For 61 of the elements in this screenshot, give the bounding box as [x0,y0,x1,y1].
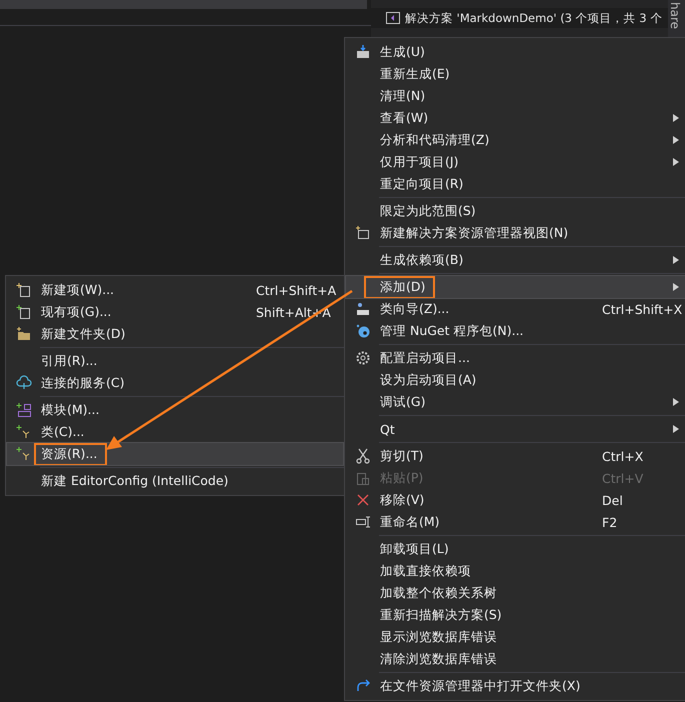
menu-item[interactable]: 模块(M)... [7,399,343,421]
menu-item[interactable]: 生成(U) [346,41,685,63]
menu-item[interactable]: 重命名(M) F2 [346,511,685,533]
shortcut-label: Ctrl+Shift+X [602,302,682,316]
menu-item[interactable]: 类向导(Z)... Ctrl+Shift+X [346,298,685,320]
tree-row[interactable]: 解决方案 'MarkdownDemo' (3 个项目，共 3 个 [371,8,668,28]
shortcut-label: Del [602,492,624,508]
nuget-icon [355,323,371,339]
menu-item[interactable]: 连接的服务(C) [7,372,343,394]
rename-icon [355,514,371,530]
menu-item[interactable]: 分析和代码清理(Z) [346,129,685,151]
scissors-icon [355,448,371,464]
side-tab[interactable]: hare [668,0,685,38]
menu-item[interactable]: 卸载项目(L) [346,538,685,560]
menu-item[interactable]: 添加(D) [346,276,685,298]
menu-item[interactable]: 新建 EditorConfig (IntelliCode) [7,470,343,492]
module-icon [16,402,32,418]
menu-item[interactable]: 引用(R)... [7,350,343,372]
shortcut-label: Ctrl+Shift+A [256,282,336,298]
menu-item[interactable]: Qt [346,418,685,440]
menu-item[interactable]: 清理(N) [346,85,685,107]
menu-item[interactable]: 加载整个依赖关系树 [346,582,685,604]
new-folder-icon [16,326,32,342]
menu-item[interactable]: 类(C)... [7,421,343,443]
menu-item[interactable]: 管理 NuGet 程序包(N)... [346,320,685,342]
menu-item[interactable]: 在文件资源管理器中打开文件夹(X) [346,675,685,697]
solution-icon [385,10,401,26]
class-wizard-icon [355,301,371,317]
menu-item[interactable]: 重新扫描解决方案(S) [346,604,685,626]
menu-item[interactable]: 设为启动项目(A) [346,369,685,391]
menu-item[interactable]: 资源(R)... [7,443,343,465]
new-item-icon [16,282,32,298]
menu-item[interactable]: 配置启动项目... [346,347,685,369]
shortcut-label: Ctrl+X [602,448,644,464]
menu-item[interactable]: 移除(V) Del [346,489,685,511]
redo-arrow-icon [355,678,371,694]
menu-item[interactable]: 加载直接依赖项 [346,560,685,582]
class-icon [16,424,32,440]
menu-item[interactable]: 重定向项目(R) [346,173,685,195]
gear-icon [355,350,371,366]
menu-item[interactable]: 新建文件夹(D) [7,323,343,345]
build-icon [355,44,371,60]
shortcut-label: Ctrl+V [602,470,644,486]
menu-item[interactable]: 新建解决方案资源管理器视图(N) [346,222,685,244]
menu-item[interactable]: 重新生成(E) [346,63,685,85]
menu-item[interactable]: 生成依赖项(B) [346,249,685,271]
cloud-icon [16,375,32,391]
menu-item[interactable]: 新建项(W)... Ctrl+Shift+A [7,279,343,301]
new-view-icon [355,225,371,241]
clipboard-icon [355,470,371,486]
menu-item[interactable]: 剪切(T) Ctrl+X [346,445,685,467]
menu-item[interactable]: 限定为此范围(S) [346,200,685,222]
existing-item-icon [16,304,32,320]
menu-item[interactable]: 查看(W) [346,107,685,129]
shortcut-label: F2 [602,514,618,530]
class-icon [16,446,32,462]
close-icon [355,492,371,508]
menu-item[interactable]: 显示浏览数据库错误 [346,626,685,648]
menu-item[interactable]: 调试(G) [346,391,685,413]
menu-item[interactable]: 仅用于项目(J) [346,151,685,173]
menu-item[interactable]: 清除浏览数据库错误 [346,648,685,670]
